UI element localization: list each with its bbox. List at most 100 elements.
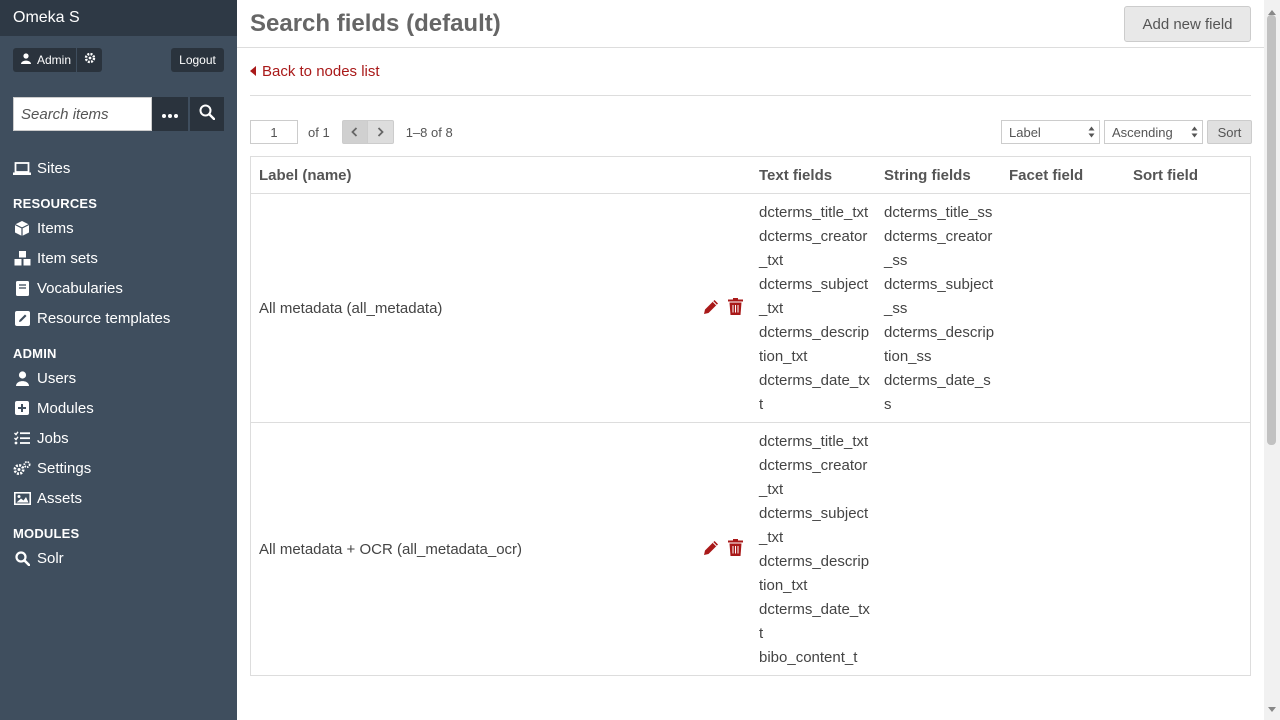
- sort-field-cell: [1125, 423, 1250, 675]
- string-field-value: dcterms_subject_ss: [884, 276, 994, 317]
- modules-heading: MODULES: [13, 525, 80, 541]
- text-field-value: dcterms_creator_txt: [759, 457, 868, 498]
- sidebar-item-label: Users: [37, 369, 77, 387]
- sort-order-select[interactable]: Ascending: [1104, 120, 1203, 144]
- section-divider: [250, 95, 1251, 96]
- facet-field-cell: [1001, 423, 1125, 675]
- string-field-value: dcterms_creator_ss: [884, 228, 993, 269]
- back-link-label: Back to nodes list: [262, 63, 380, 80]
- search-input[interactable]: [13, 97, 152, 131]
- sidebar-item-resource-templates[interactable]: Resource templates: [13, 303, 237, 333]
- sidebar-item-item-sets[interactable]: Item sets: [13, 243, 237, 273]
- sidebar-item-vocabularies[interactable]: Vocabularies: [13, 273, 237, 303]
- book-icon: [13, 280, 31, 296]
- sort-by-select[interactable]: Label: [1001, 120, 1100, 144]
- admin-section: ADMIN Users Modules Jobs Settings Assets: [13, 343, 237, 513]
- user-icon: [21, 53, 31, 67]
- admin-heading: ADMIN: [13, 345, 57, 361]
- plus-square-icon: [13, 401, 31, 415]
- column-header-label[interactable]: Label (name): [251, 167, 751, 184]
- user-settings-button[interactable]: [77, 48, 102, 72]
- user-bar: Admin Logout: [13, 48, 224, 72]
- text-field-value: dcterms_date_txt: [759, 372, 870, 413]
- page-scrollbar[interactable]: [1264, 0, 1280, 720]
- sidebar-item-label: Solr: [37, 549, 64, 567]
- scroll-down-arrow-icon[interactable]: [1268, 700, 1276, 718]
- logout-button[interactable]: Logout: [171, 48, 224, 72]
- select-arrows-icon: [1191, 125, 1198, 142]
- brand-title[interactable]: Omeka S: [0, 0, 237, 36]
- sidebar-item-assets[interactable]: Assets: [13, 483, 237, 513]
- page-number-input[interactable]: [250, 120, 298, 144]
- text-field-value: dcterms_description_txt: [759, 324, 870, 365]
- next-page-button[interactable]: [367, 120, 394, 144]
- sidebar-item-label: Assets: [37, 489, 83, 507]
- sidebar-item-modules[interactable]: Modules: [13, 393, 237, 423]
- sidebar-item-label: Item sets: [37, 249, 98, 267]
- edit-pencil-icon[interactable]: [703, 298, 720, 319]
- column-header-text-fields: Text fields: [759, 166, 833, 184]
- search-fields-table: Label (name) Text fields String fields F…: [250, 156, 1251, 676]
- string-field-value: dcterms_description_ss: [884, 324, 995, 365]
- modules-section: MODULES Solr: [13, 523, 237, 573]
- add-new-field-button[interactable]: Add new field: [1124, 6, 1251, 42]
- result-range: 1–8 of 8: [405, 124, 453, 140]
- sort-controls: Label Ascending Sort: [1001, 120, 1252, 144]
- scrollbar-thumb[interactable]: [1267, 15, 1276, 445]
- sidebar-item-label: Sites: [37, 159, 71, 177]
- row-label-cell: All metadata + OCR (all_metadata_ocr): [251, 423, 751, 675]
- text-field-value: dcterms_description_txt: [759, 553, 870, 594]
- sort-field-cell: [1125, 194, 1250, 422]
- text-field-value: dcterms_creator_txt: [759, 228, 868, 269]
- sidebar-item-label: Resource templates: [37, 309, 171, 327]
- text-field-value: dcterms_title_txt: [759, 433, 869, 450]
- text-fields-cell: dcterms_title_txt dcterms_creator_txt dc…: [751, 423, 876, 675]
- search-submit-button[interactable]: [190, 97, 224, 131]
- text-field-value: bibo_content_t: [759, 649, 858, 666]
- sidebar-nav: Sites: [13, 153, 237, 183]
- pagination: of 1 1–8 of 8: [250, 120, 453, 144]
- string-fields-cell: [876, 423, 1001, 675]
- tasks-icon: [13, 431, 31, 445]
- row-label: All metadata + OCR (all_metadata_ocr): [259, 540, 523, 558]
- row-label-cell: All metadata (all_metadata): [251, 194, 751, 422]
- sidebar-item-users[interactable]: Users: [13, 363, 237, 393]
- sidebar-item-label: Settings: [37, 459, 92, 477]
- sort-button[interactable]: Sort: [1207, 120, 1252, 144]
- string-fields-cell: dcterms_title_ss dcterms_creator_ss dcte…: [876, 194, 1001, 422]
- ellipsis-icon: [162, 105, 178, 123]
- sidebar-item-sites[interactable]: Sites: [13, 153, 237, 183]
- sidebar-item-jobs[interactable]: Jobs: [13, 423, 237, 453]
- gear-icon: [84, 51, 96, 69]
- cogs-icon: [13, 460, 31, 476]
- sidebar-item-label: Vocabularies: [37, 279, 123, 297]
- sidebar-item-solr[interactable]: Solr: [13, 543, 237, 573]
- main-content: Search fields (default) Add new field Ba…: [237, 0, 1280, 720]
- facet-field-cell: [1001, 194, 1125, 422]
- table-header: Label (name) Text fields String fields F…: [251, 157, 1250, 194]
- page-total: of 1: [308, 124, 330, 140]
- string-field-value: dcterms_date_ss: [884, 372, 991, 413]
- sidebar-item-label: Items: [37, 219, 74, 237]
- sidebar: Omeka S Admin Logout Search items Sites …: [0, 0, 237, 720]
- previous-page-button[interactable]: [341, 120, 368, 144]
- laptop-icon: [13, 161, 31, 175]
- sidebar-item-settings[interactable]: Settings: [13, 453, 237, 483]
- back-to-nodes-link[interactable]: Back to nodes list: [250, 63, 380, 80]
- string-field-value: dcterms_title_ss: [884, 204, 993, 221]
- user-button[interactable]: Admin: [13, 48, 76, 72]
- delete-trash-icon[interactable]: [728, 297, 743, 319]
- sort-by-value: Label: [1009, 124, 1041, 140]
- text-field-value: dcterms_title_txt: [759, 204, 869, 221]
- edit-pencil-icon[interactable]: [703, 539, 720, 560]
- select-arrows-icon: [1088, 125, 1095, 142]
- sidebar-item-label: Modules: [37, 399, 94, 417]
- sort-order-value: Ascending: [1112, 124, 1173, 140]
- advanced-search-button[interactable]: [152, 97, 188, 131]
- delete-trash-icon[interactable]: [728, 538, 743, 560]
- column-header-facet-field: Facet field: [1009, 166, 1084, 184]
- sidebar-item-items[interactable]: Items: [13, 213, 237, 243]
- resources-section: RESOURCES Items Item sets Vocabularies R…: [13, 193, 237, 333]
- image-icon: [13, 491, 31, 505]
- user-icon: [13, 370, 31, 386]
